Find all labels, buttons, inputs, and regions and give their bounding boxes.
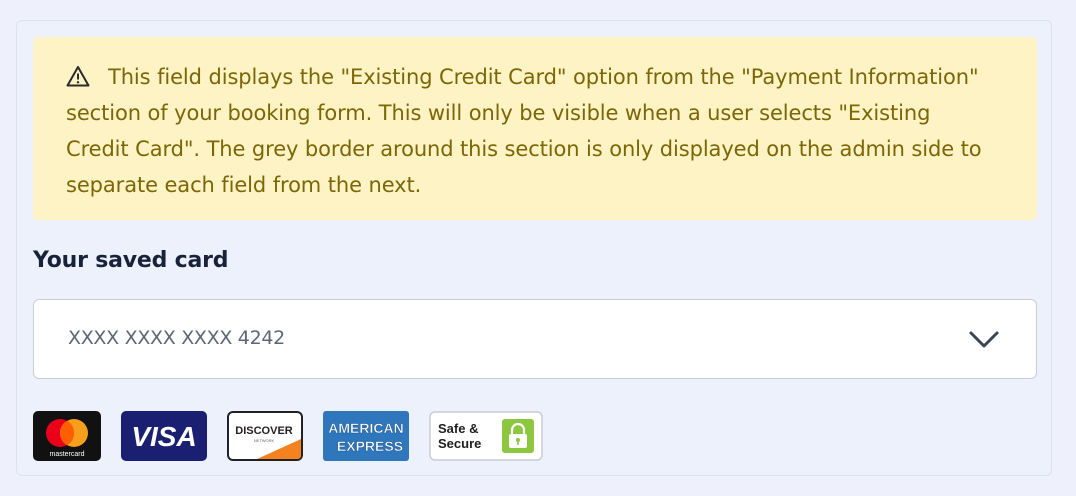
- safe-secure-badge: Safe & Secure: [429, 411, 543, 461]
- mastercard-wordmark: mastercard: [49, 451, 84, 458]
- mastercard-logo: mastercard: [33, 411, 101, 461]
- saved-card-value: XXXX XXXX XXXX 4242: [68, 327, 285, 349]
- lock-icon: [502, 419, 534, 453]
- safe-secure-line1: Safe &: [438, 421, 478, 436]
- discover-subtext: NETWORK: [254, 438, 275, 443]
- discover-wordmark: DISCOVER: [235, 425, 293, 437]
- saved-card-label: Your saved card: [33, 248, 229, 273]
- safe-secure-line2: Secure: [438, 436, 481, 451]
- admin-notice: This field displays the "Existing Credit…: [33, 37, 1037, 220]
- amex-logo: AMERICAN EXPRESS: [323, 411, 409, 461]
- chevron-down-icon[interactable]: [968, 330, 1000, 350]
- notice-text: This field displays the "Existing Credit…: [66, 65, 982, 197]
- discover-logo: DISCOVER NETWORK: [227, 411, 303, 461]
- existing-credit-card-field: This field displays the "Existing Credit…: [16, 20, 1052, 476]
- visa-wordmark: VISA: [131, 421, 196, 452]
- amex-line1: AMERICAN: [328, 420, 403, 436]
- amex-line2: EXPRESS: [337, 438, 403, 454]
- warning-icon: [66, 66, 90, 87]
- saved-card-select[interactable]: XXXX XXXX XXXX 4242: [33, 299, 1037, 379]
- visa-logo: VISA: [121, 411, 207, 461]
